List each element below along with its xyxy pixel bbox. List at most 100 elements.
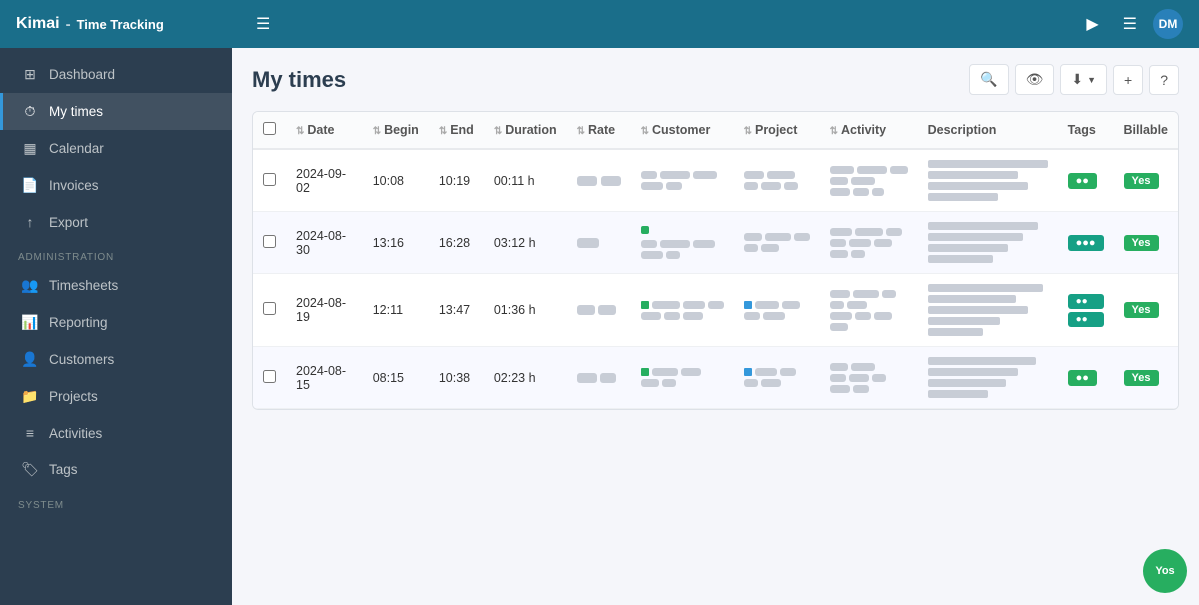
col-begin[interactable]: ⇅Begin xyxy=(363,112,429,149)
topbar-avatar[interactable]: DM xyxy=(1153,9,1183,39)
visibility-button[interactable]: 👁 xyxy=(1015,64,1055,95)
row-checkbox-cell[interactable] xyxy=(253,212,286,274)
sort-end-icon: ⇅ xyxy=(439,126,447,137)
activity-cell xyxy=(820,149,918,212)
row-checkbox[interactable] xyxy=(263,302,276,315)
duration-cell: 03:12 h xyxy=(484,212,567,274)
tags-cell: ●●● xyxy=(1058,212,1114,274)
sidebar-navigation: ⊞ Dashboard ⏱ My times ▦ Calendar 📄 Invo… xyxy=(0,48,232,605)
sort-begin-icon: ⇅ xyxy=(373,126,381,137)
col-duration[interactable]: ⇅Duration xyxy=(484,112,567,149)
search-button[interactable]: 🔍 xyxy=(969,64,1008,95)
download-icon: ⬇ xyxy=(1071,71,1083,88)
hamburger-icon: ☰ xyxy=(256,14,270,34)
menu-toggle-button[interactable]: ☰ xyxy=(248,8,278,40)
row-checkbox[interactable] xyxy=(263,235,276,248)
projects-icon: 📁 xyxy=(21,388,39,405)
table-row: 2024-08-30 13:16 16:28 03:12 h xyxy=(253,212,1178,274)
dropdown-icon: ▼ xyxy=(1087,75,1096,85)
calendar-icon: ▦ xyxy=(21,140,39,157)
sidebar-label-calendar: Calendar xyxy=(49,141,104,156)
begin-cell: 13:16 xyxy=(363,212,429,274)
billable-badge: Yes xyxy=(1124,235,1159,251)
row-checkbox-cell[interactable] xyxy=(253,347,286,409)
row-checkbox[interactable] xyxy=(263,370,276,383)
sidebar-item-reporting[interactable]: 📊 Reporting xyxy=(0,304,232,341)
time-entries-table-container: ⇅Date ⇅Begin ⇅End ⇅Duration ⇅Rate xyxy=(252,111,1179,410)
sidebar-label-invoices: Invoices xyxy=(49,178,99,193)
col-rate[interactable]: ⇅Rate xyxy=(567,112,631,149)
sidebar-item-calendar[interactable]: ▦ Calendar xyxy=(0,130,232,167)
plus-icon: + xyxy=(1124,72,1132,88)
timelog-list-button[interactable]: ☰ xyxy=(1115,8,1145,40)
app-logo: Kimai xyxy=(16,15,60,33)
date-cell: 2024-08-19 xyxy=(286,274,363,347)
project-cell xyxy=(734,212,820,274)
select-all-column[interactable] xyxy=(253,112,286,149)
sidebar-label-activities: Activities xyxy=(49,426,102,441)
tags-cell: ●● xyxy=(1058,347,1114,409)
duration-cell: 00:11 h xyxy=(484,149,567,212)
sidebar-item-activities[interactable]: ≡ Activities xyxy=(0,415,232,451)
list-icon: ☰ xyxy=(1123,14,1137,34)
play-icon: ▶ xyxy=(1086,14,1098,34)
activity-cell xyxy=(820,347,918,409)
sidebar-label-tags: Tags xyxy=(49,462,78,477)
row-checkbox[interactable] xyxy=(263,173,276,186)
tags-cell: ●● xyxy=(1058,149,1114,212)
rate-cell xyxy=(567,347,631,409)
col-description[interactable]: Description xyxy=(918,112,1058,149)
duration-cell: 01:36 h xyxy=(484,274,567,347)
date-cell: 2024-09-02 xyxy=(286,149,363,212)
sort-activity-icon: ⇅ xyxy=(830,126,838,137)
add-entry-button[interactable]: + xyxy=(1113,65,1143,95)
row-checkbox-cell[interactable] xyxy=(253,149,286,212)
table-header-row: ⇅Date ⇅Begin ⇅End ⇅Duration ⇅Rate xyxy=(253,112,1178,149)
sidebar-label-customers: Customers xyxy=(49,352,114,367)
table-row: 2024-08-15 08:15 10:38 02:23 h xyxy=(253,347,1178,409)
begin-cell: 12:11 xyxy=(363,274,429,347)
sidebar-label-projects: Projects xyxy=(49,389,98,404)
tags-icon: 🏷 xyxy=(21,461,39,478)
sidebar-label-timesheets: Timesheets xyxy=(49,278,118,293)
customer-cell xyxy=(631,347,734,409)
tag-badge-2: ●● xyxy=(1068,312,1104,327)
sort-duration-icon: ⇅ xyxy=(494,126,502,137)
col-project[interactable]: ⇅Project xyxy=(734,112,820,149)
rate-cell xyxy=(567,212,631,274)
sidebar-item-invoices[interactable]: 📄 Invoices xyxy=(0,167,232,204)
eye-icon: 👁 xyxy=(1026,71,1044,88)
rate-cell xyxy=(567,149,631,212)
activity-cell xyxy=(820,274,918,347)
sidebar-item-tags[interactable]: 🏷 Tags xyxy=(0,451,232,488)
col-activity[interactable]: ⇅Activity xyxy=(820,112,918,149)
col-end[interactable]: ⇅End xyxy=(429,112,484,149)
billable-badge: Yes xyxy=(1124,302,1159,318)
sort-date-icon: ⇅ xyxy=(296,126,304,137)
select-all-checkbox[interactable] xyxy=(263,122,276,135)
dashboard-icon: ⊞ xyxy=(21,66,39,83)
sidebar-item-timesheets[interactable]: 👥 Timesheets xyxy=(0,267,232,304)
date-cell: 2024-08-30 xyxy=(286,212,363,274)
row-checkbox-cell[interactable] xyxy=(253,274,286,347)
page-actions: 🔍 👁 ⬇ ▼ + ? xyxy=(969,64,1179,95)
sidebar-label-reporting: Reporting xyxy=(49,315,108,330)
col-date[interactable]: ⇅Date xyxy=(286,112,363,149)
col-customer[interactable]: ⇅Customer xyxy=(631,112,734,149)
billable-cell: Yes xyxy=(1114,212,1178,274)
sidebar-item-my-times[interactable]: ⏱ My times xyxy=(0,93,232,130)
project-cell xyxy=(734,149,820,212)
sidebar-item-projects[interactable]: 📁 Projects xyxy=(0,378,232,415)
sidebar-item-dashboard[interactable]: ⊞ Dashboard xyxy=(0,56,232,93)
page-content: My times 🔍 👁 ⬇ ▼ + ? xyxy=(232,48,1199,605)
sidebar-item-customers[interactable]: 👤 Customers xyxy=(0,341,232,378)
sidebar-item-export[interactable]: ↑ Export xyxy=(0,204,232,240)
search-icon: 🔍 xyxy=(980,71,997,88)
date-cell: 2024-08-15 xyxy=(286,347,363,409)
activity-cell xyxy=(820,212,918,274)
customer-cell xyxy=(631,274,734,347)
start-timer-button[interactable]: ▶ xyxy=(1078,8,1106,40)
download-button[interactable]: ⬇ ▼ xyxy=(1060,64,1107,95)
help-button[interactable]: ? xyxy=(1149,65,1179,95)
help-icon: ? xyxy=(1160,72,1168,88)
